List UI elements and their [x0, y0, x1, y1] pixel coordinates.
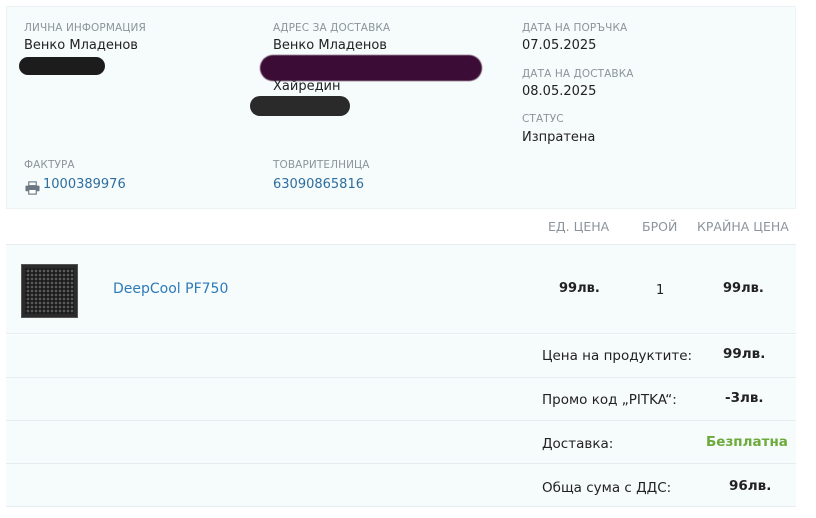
redacted-address-extra — [250, 96, 350, 116]
table-row: DeepCool PF750 99лв. 1 99лв. — [6, 244, 796, 334]
order-date-label: Дата на поръчка — [522, 22, 628, 34]
redacted-address — [260, 55, 482, 81]
delivery-date-value: 08.05.2025 — [522, 84, 597, 99]
grand-total-label: Обща сума с ДДС: — [542, 480, 672, 496]
summary-row-total: Обща сума с ДДС: 96лв. — [6, 464, 796, 507]
product-name-link[interactable]: DeepCool PF750 — [113, 281, 228, 297]
address-name: Венко Младенов — [273, 38, 387, 53]
invoice-label: Фактура — [24, 159, 75, 171]
summary-row-subtotal: Цена на продуктите: 99лв. — [6, 335, 796, 378]
printer-icon[interactable] — [25, 181, 40, 195]
invoice-number-link[interactable]: 1000389976 — [43, 177, 126, 192]
shipping-label: Доставка: — [542, 436, 614, 452]
promo-value: -3лв. — [725, 390, 764, 406]
redacted-phone — [19, 57, 105, 75]
product-quantity: 1 — [656, 283, 665, 298]
header-total-price: Крайна цена — [697, 219, 789, 234]
order-date-value: 07.05.2025 — [522, 38, 597, 53]
product-image[interactable] — [21, 264, 78, 318]
subtotal-value: 99лв. — [723, 346, 766, 362]
grand-total-value: 96лв. — [729, 478, 772, 494]
address-city: Хайредин — [273, 79, 341, 94]
delivery-date-label: Дата на доставка — [522, 68, 634, 80]
summary-row-promo: Промо код „PITKA“: -3лв. — [6, 378, 796, 421]
header-unit-price: Ед. цена — [548, 219, 610, 234]
shipping-value: Безплатна — [706, 434, 788, 450]
personal-info-label: Лична информация — [24, 22, 146, 34]
product-total-price: 99лв. — [723, 281, 764, 296]
product-unit-price: 99лв. — [559, 281, 600, 296]
status-value: Изпратена — [522, 130, 596, 145]
waybill-label: Товарителница — [273, 159, 370, 171]
header-quantity: Брой — [642, 219, 678, 234]
subtotal-label: Цена на продуктите: — [542, 348, 693, 364]
order-info-panel: Лична информация Венко Младенов Адрес за… — [6, 6, 796, 209]
status-label: Статус — [522, 113, 564, 125]
promo-label: Промо код „PITKA“: — [542, 392, 677, 408]
summary-row-shipping: Доставка: Безплатна — [6, 421, 796, 464]
personal-name: Венко Младенов — [24, 38, 138, 53]
waybill-number-link[interactable]: 63090865816 — [273, 177, 364, 192]
delivery-address-label: Адрес за доставка — [273, 22, 391, 34]
